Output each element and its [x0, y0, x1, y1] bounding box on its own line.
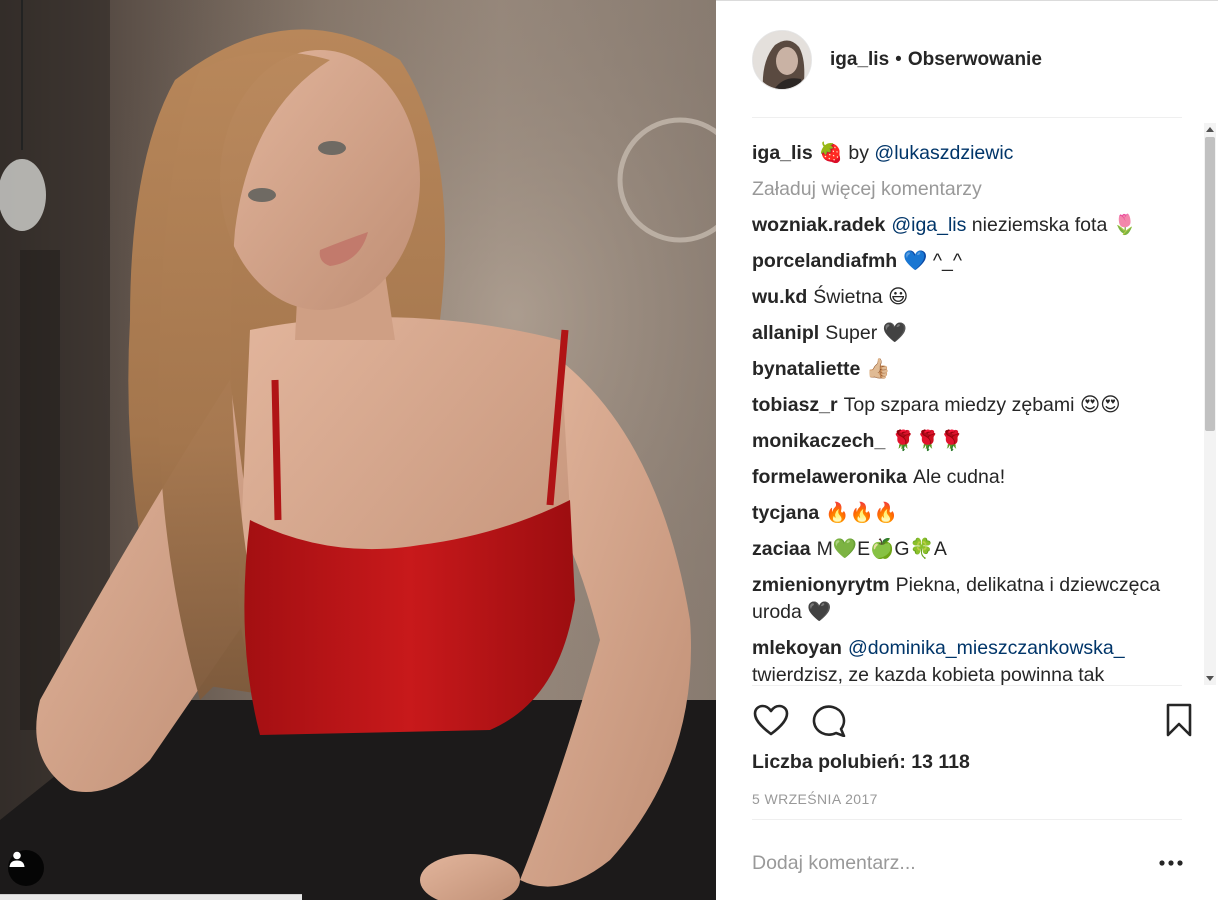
add-comment-input[interactable] [752, 843, 1132, 883]
comment-text: nieziemska fota 🌷 [966, 214, 1137, 236]
like-button[interactable] [752, 701, 790, 739]
comment-text: Super 🖤 [825, 322, 907, 344]
comment-item: mlekoyan @dominika_mieszczankowska_ twier… [752, 635, 1172, 685]
action-bar [752, 701, 1192, 739]
user-tag-button[interactable] [8, 850, 44, 886]
save-button[interactable] [1160, 701, 1198, 739]
avatar-image [753, 31, 811, 89]
comments-list[interactable]: iga_lis 🍓 by @lukaszdziewic Załaduj więce… [752, 123, 1204, 685]
comment-username[interactable]: allanipl [752, 322, 819, 344]
photo-illustration [0, 0, 716, 900]
comment-item: bynataliette 👍🏼 [752, 356, 1172, 383]
comment-username[interactable]: porcelandiafmh [752, 250, 897, 272]
comment-username[interactable]: wu.kd [752, 286, 807, 308]
comment-rows: wozniak.radek @iga_lis nieziemska fota 🌷 p… [752, 212, 1172, 685]
comment-text: 🌹🌹🌹 [891, 430, 965, 452]
likes-count[interactable]: Liczba polubień: 13 118 [752, 751, 970, 774]
comment-mention-link[interactable]: @iga_lis [891, 214, 966, 236]
comments-scrollbar[interactable] [1204, 123, 1216, 685]
comment-item: formelaweronika Ale cudna! [752, 464, 1172, 491]
comment-username[interactable]: zaciaa [752, 538, 811, 560]
bookmark-icon [1166, 703, 1192, 737]
comment-item: tycjana 🔥🔥🔥 [752, 500, 1172, 527]
comment-bubble-icon [812, 705, 846, 737]
scroll-down-arrow-icon[interactable] [1206, 676, 1214, 681]
comment-item: zaciaa M💚E🍏G🍀A [752, 536, 1172, 563]
add-comment-divider [752, 819, 1182, 820]
comment-text: M💚E🍏G🍀A [816, 538, 947, 560]
heart-icon [753, 704, 789, 736]
comment-username[interactable]: tobiasz_r [752, 394, 838, 416]
caption-text: by [842, 142, 875, 164]
comment-username[interactable]: bynataliette [752, 358, 860, 380]
post-date[interactable]: 5 WRZEŚNIA 2017 [752, 791, 878, 807]
comment-item: wu.kd Świetna 😃 [752, 284, 1172, 311]
post-photo[interactable] [0, 0, 716, 900]
comment-username[interactable]: formelaweronika [752, 466, 907, 488]
comment-text: Top szpara miedzy zębami 😍😍 [843, 394, 1121, 416]
comment-text: 💙 ^_^ [903, 250, 963, 272]
scroll-up-arrow-icon[interactable] [1206, 127, 1214, 132]
more-options-icon [1159, 860, 1183, 866]
comment-item: allanipl Super 🖤 [752, 320, 1172, 347]
follow-status-button[interactable]: Obserwowanie [908, 49, 1042, 71]
comment-mention-link[interactable]: @dominika_mieszczankowska_ [848, 637, 1125, 659]
comment-text: 👍🏼 [866, 358, 891, 380]
comment-username[interactable]: monikaczech_ [752, 430, 885, 452]
comment-text: Świetna 😃 [813, 286, 909, 308]
header-separator: • [895, 49, 902, 70]
comment-username[interactable]: tycjana [752, 502, 819, 524]
load-more-comments-button[interactable]: Załaduj więcej komentarzy [752, 176, 1172, 203]
caption: iga_lis 🍓 by @lukaszdziewic [752, 139, 1172, 167]
header-divider [752, 117, 1182, 118]
comment-item: tobiasz_r Top szpara miedzy zębami 😍😍 [752, 392, 1172, 419]
comment-item: monikaczech_ 🌹🌹🌹 [752, 428, 1172, 455]
comment-username[interactable]: wozniak.radek [752, 214, 885, 236]
caption-username[interactable]: iga_lis [752, 142, 813, 164]
comment-button[interactable] [810, 701, 848, 739]
comment-item: zmienionyrytm Piekna, delikatna i dziewcz… [752, 572, 1172, 626]
more-options-button[interactable] [1156, 849, 1186, 877]
scrollbar-thumb[interactable] [1205, 137, 1215, 431]
comment-username[interactable]: mlekoyan [752, 637, 842, 659]
comment-text: 🔥🔥🔥 [825, 502, 899, 524]
comment-item: wozniak.radek @iga_lis nieziemska fota 🌷 [752, 212, 1172, 239]
user-tag-icon [9, 851, 25, 867]
comment-username[interactable]: zmienionyrytm [752, 574, 890, 596]
comment-text: Ale cudna! [912, 466, 1006, 488]
post-header: iga_lis • Obserwowanie [752, 29, 1182, 91]
instagram-post-view: iga_lis • Obserwowanie iga_lis 🍓 by @luka… [0, 0, 1218, 900]
caption-mention-link[interactable]: @lukaszdziewic [874, 142, 1013, 164]
horizontal-scrollbar[interactable] [0, 894, 302, 900]
comments-divider [752, 685, 1182, 686]
post-details-panel: iga_lis • Obserwowanie iga_lis 🍓 by @luka… [716, 0, 1218, 900]
header-username[interactable]: iga_lis [830, 49, 889, 71]
avatar[interactable] [752, 30, 812, 90]
comment-text: twierdzisz, ze kazda kobieta powinna tak [752, 664, 1105, 685]
caption-emoji: 🍓 [818, 141, 843, 164]
comment-item: porcelandiafmh 💙 ^_^ [752, 248, 1172, 275]
